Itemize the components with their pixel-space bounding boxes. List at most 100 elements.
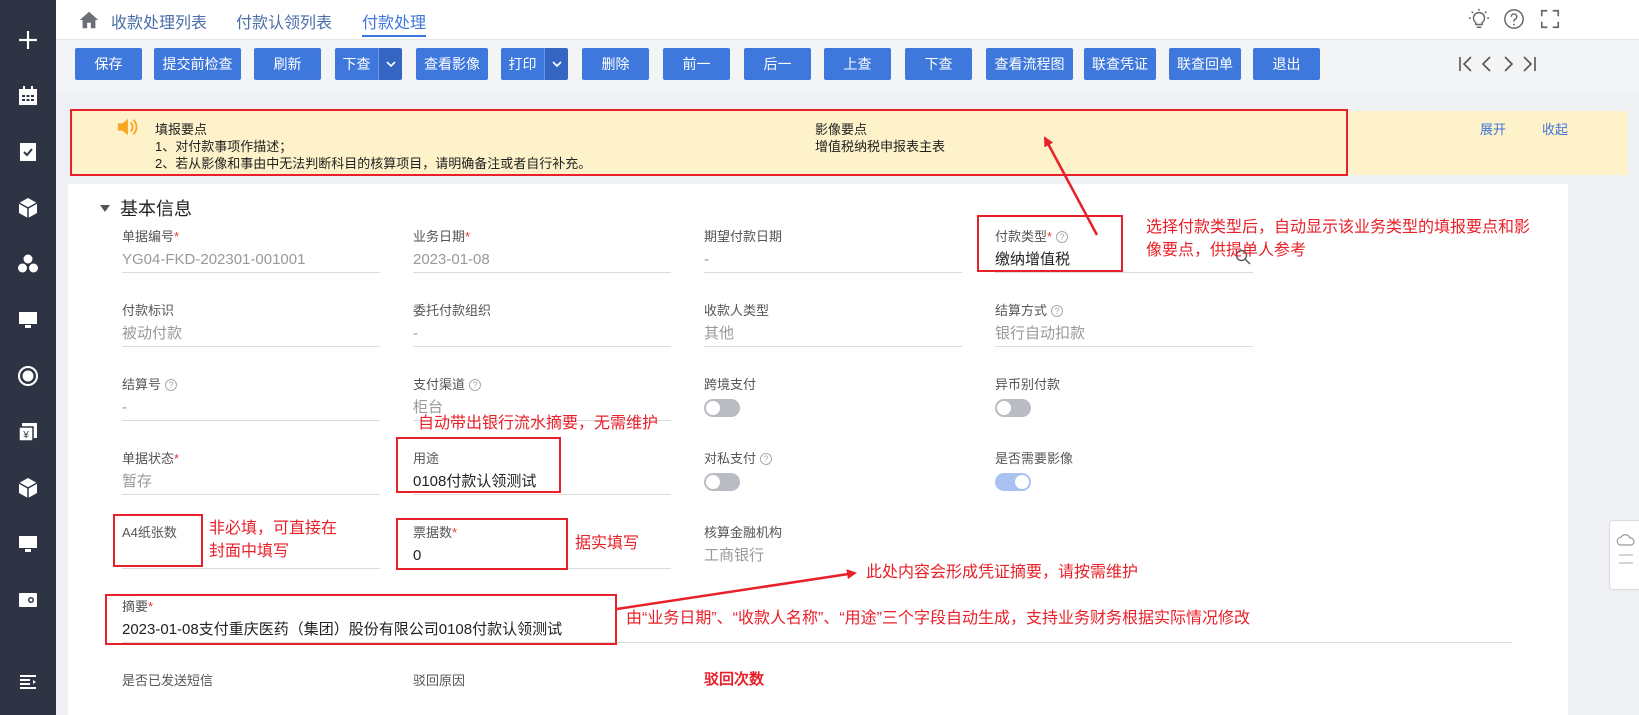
highlight-a4-box (113, 514, 203, 567)
field-need-image: 是否需要影像 (995, 448, 1253, 491)
field-diff-currency: 异币别付款 (995, 374, 1253, 417)
save-button[interactable]: 保存 (75, 48, 142, 80)
help-icon[interactable] (1503, 8, 1525, 30)
annotation-summary: 由“业务日期”、“收款人名称”、“用途”三个字段自动生成，支持业务财务根据实际情… (626, 610, 1250, 627)
tab-bar: 收款处理列表 付款认领列表 付款处理 (56, 0, 1639, 40)
lightbulb-icon[interactable] (1468, 8, 1490, 30)
precheck-button[interactable]: 提交前检查 (154, 48, 241, 80)
payee-type-value[interactable]: 其他 (704, 321, 962, 347)
annotation-purpose: 自动带出银行流水摘要，无需维护 (418, 415, 659, 432)
field-entrust-org: 委托付款组织 - (413, 300, 671, 347)
field-private-pay: 对私支付? (704, 448, 962, 491)
cross-border-label: 跨境支付 (704, 377, 757, 392)
down-query-button[interactable]: 下查 (335, 48, 378, 80)
print-button[interactable]: 打印 (501, 48, 544, 80)
diff-currency-toggle[interactable] (995, 399, 1031, 417)
previous-button[interactable]: 前一 (663, 48, 730, 80)
print-dropdown[interactable] (544, 48, 568, 80)
field-doc-status: 单据状态* 暂存 (122, 448, 380, 495)
account-bank-label: 核算金融机构 (704, 525, 783, 540)
tab-payment-processing[interactable]: 付款处理 (362, 9, 427, 37)
apps-cluster-icon[interactable] (0, 244, 56, 284)
down-query-button-2[interactable]: 下查 (905, 48, 972, 80)
field-payee-type: 收款人类型 其他 (704, 300, 962, 347)
field-cross-border: 跨境支付 (704, 374, 962, 417)
exit-button[interactable]: 退出 (1253, 48, 1320, 80)
tab-receipt-list[interactable]: 收款处理列表 (111, 9, 207, 37)
annotation-pay-type-line-1: 选择付款类型后，自动显示该业务类型的填报要点和影 (1146, 219, 1531, 236)
highlight-notice-box (70, 109, 1348, 176)
floating-side-tab[interactable] (1609, 520, 1639, 590)
action-toolbar: 保存 提交前检查 刷新 下查 查看影像 打印 删除 前一 后一 上查 下查 查看… (56, 40, 1639, 92)
menu-collapse-icon[interactable] (0, 662, 56, 702)
prev-page-icon[interactable] (1477, 54, 1497, 74)
need-image-toggle[interactable] (995, 473, 1031, 491)
expect-date-value[interactable]: - (704, 247, 962, 273)
monitor-icon[interactable] (0, 300, 56, 340)
chevron-down-icon (551, 61, 562, 68)
task-check-icon[interactable] (0, 132, 56, 172)
next-page-icon[interactable] (1498, 54, 1518, 74)
cross-border-toggle[interactable] (704, 399, 740, 417)
annotation-a4-line-1: 非必填，可直接在 (209, 520, 338, 537)
expand-link[interactable]: 展开 (1480, 119, 1506, 138)
up-query-button[interactable]: 上查 (824, 48, 891, 80)
down-query-split-button: 下查 (335, 48, 402, 80)
biz-date-label: 业务日期 (413, 229, 466, 244)
wallet-icon[interactable] (0, 580, 56, 620)
cloud-icon (1616, 534, 1635, 564)
annotation-voucher: 此处内容会形成凭证摘要，请按需维护 (866, 564, 1139, 581)
field-settle-method: 结算方式? 银行自动扣款 (995, 300, 1253, 347)
left-sidebar: ¥ (0, 0, 56, 715)
help-icon[interactable]: ? (469, 379, 482, 391)
view-receipt-button[interactable]: 联查回单 (1169, 48, 1241, 80)
settle-method-value[interactable]: 银行自动扣款 (995, 321, 1253, 347)
annotation-pay-type-line-2: 像要点，供提单人参考 (1146, 242, 1307, 259)
highlight-bill-count-box (396, 518, 568, 570)
last-page-icon[interactable] (1519, 54, 1539, 74)
highlight-pay-type-box (977, 215, 1123, 272)
field-expect-date: 期望付款日期 - (704, 226, 962, 273)
target-icon[interactable] (0, 356, 56, 396)
highlight-summary-box (105, 594, 617, 645)
print-split-button: 打印 (501, 48, 568, 80)
section-title-text: 基本信息 (120, 199, 192, 219)
pay-flag-label: 付款标识 (122, 303, 175, 318)
settle-method-label: 结算方式 (995, 303, 1048, 318)
delete-button[interactable]: 删除 (582, 48, 649, 80)
reject-reason-label: 驳回原因 (413, 673, 466, 688)
view-flowchart-button[interactable]: 查看流程图 (986, 48, 1073, 80)
calendar-icon[interactable] (0, 76, 56, 116)
annotation-bill-count: 据实填写 (575, 535, 640, 552)
down-query-dropdown[interactable] (378, 48, 402, 80)
diff-currency-label: 异币别付款 (995, 377, 1061, 392)
collapse-link[interactable]: 收起 (1542, 119, 1568, 138)
highlight-purpose-box (396, 437, 561, 493)
help-icon[interactable]: ? (1051, 305, 1064, 317)
home-icon[interactable] (78, 9, 100, 31)
first-page-icon[interactable] (1456, 54, 1476, 74)
view-voucher-button[interactable]: 联查凭证 (1084, 48, 1156, 80)
private-pay-toggle[interactable] (704, 473, 740, 491)
field-settle-no: 结算号? - (122, 374, 380, 421)
view-image-button[interactable]: 查看影像 (416, 48, 488, 80)
refresh-button[interactable]: 刷新 (254, 48, 321, 80)
cube-icon[interactable] (0, 188, 56, 228)
section-basic-info[interactable]: 基本信息 (100, 195, 192, 221)
annotation-a4-line-2: 封面中填写 (209, 543, 290, 560)
finance-yen-icon[interactable]: ¥ (0, 412, 56, 452)
entrust-org-value[interactable]: - (413, 321, 671, 347)
display-icon[interactable] (0, 524, 56, 564)
help-icon[interactable]: ? (760, 453, 773, 465)
biz-date-value[interactable]: 2023-01-08 (413, 247, 671, 273)
tab-payment-claim-list[interactable]: 付款认领列表 (236, 9, 332, 37)
add-icon[interactable] (0, 20, 56, 60)
expect-date-label: 期望付款日期 (704, 229, 783, 244)
settle-no-value[interactable]: - (122, 395, 380, 421)
need-image-label: 是否需要影像 (995, 451, 1074, 466)
help-icon[interactable]: ? (165, 379, 178, 391)
reject-count-label: 驳回次数 (704, 671, 765, 688)
package-icon[interactable] (0, 468, 56, 508)
next-button[interactable]: 后一 (744, 48, 811, 80)
fullscreen-icon[interactable] (1539, 8, 1561, 30)
